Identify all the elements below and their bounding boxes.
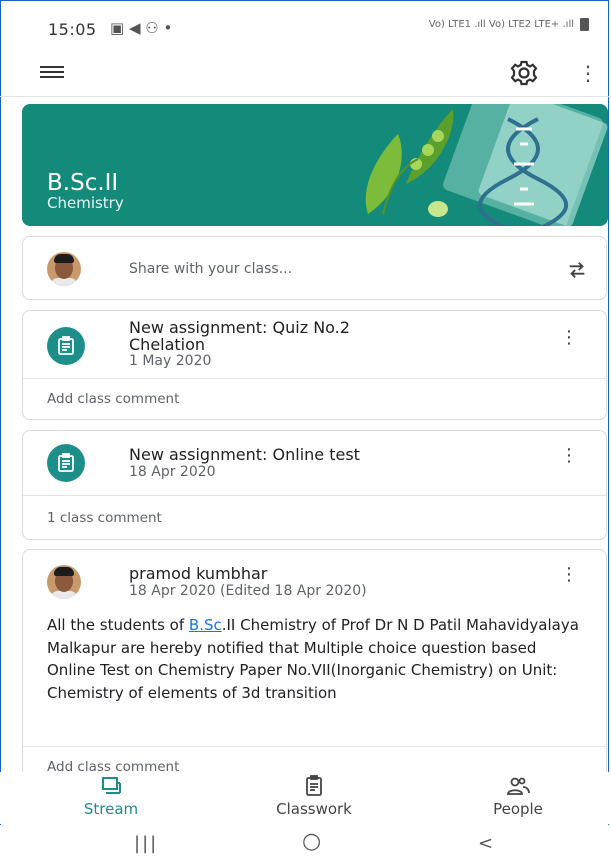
network-indicators: Vo) LTE1 .ıll Vo) LTE2 LTE+ .ıll bbox=[429, 18, 589, 31]
status-time: 15:05 bbox=[48, 20, 97, 39]
app-bar: ⋮ bbox=[0, 52, 611, 97]
classwork-icon bbox=[306, 775, 322, 796]
post-body-prefix: All the students of bbox=[47, 616, 189, 634]
tab-stream-label: Stream bbox=[83, 800, 139, 818]
banner-illustration-icon bbox=[365, 104, 608, 226]
people-icon bbox=[507, 777, 530, 795]
post-date: 18 Apr 2020 (Edited 18 Apr 2020) bbox=[129, 583, 367, 599]
divider bbox=[23, 378, 606, 379]
tab-stream[interactable]: Stream bbox=[51, 774, 171, 818]
post-body: All the students of B.Sc.II Chemistry of… bbox=[47, 614, 587, 704]
stream-icon bbox=[102, 777, 121, 794]
back-button[interactable]: < bbox=[478, 833, 493, 854]
recents-button[interactable]: ||| bbox=[134, 833, 158, 854]
bottom-navigation: Stream Classwork People bbox=[0, 772, 611, 824]
assignment-date: 1 May 2020 bbox=[129, 353, 212, 369]
tab-people[interactable]: People bbox=[458, 774, 578, 818]
tab-classwork-label: Classwork bbox=[276, 800, 352, 818]
battery-icon bbox=[580, 18, 589, 31]
stream-item-assignment[interactable]: New assignment: Quiz No.2 Chelation 1 Ma… bbox=[22, 310, 607, 420]
assignment-icon bbox=[47, 444, 85, 482]
avatar bbox=[47, 252, 81, 286]
status-bar: 15:05 ▣ ◀ ⚇ • Vo) LTE1 .ıll Vo) LTE2 LTE… bbox=[0, 0, 611, 52]
add-class-comment-link[interactable]: Add class comment bbox=[47, 391, 179, 407]
tab-people-label: People bbox=[493, 800, 543, 818]
post-author: pramod kumbhar bbox=[129, 564, 268, 583]
stream-item-post[interactable]: pramod kumbhar 18 Apr 2020 (Edited 18 Ap… bbox=[22, 549, 607, 779]
divider bbox=[23, 746, 606, 747]
class-title: B.Sc.II bbox=[47, 170, 119, 196]
more-options-icon[interactable]: ⋮ bbox=[560, 447, 578, 465]
assignment-title: New assignment: Online test bbox=[129, 445, 360, 464]
home-button[interactable]: ○ bbox=[302, 829, 321, 854]
hamburger-icon[interactable] bbox=[40, 66, 64, 80]
signal-text: Vo) LTE1 .ıll Vo) LTE2 LTE+ .ıll bbox=[428, 19, 574, 30]
share-input[interactable]: Share with your class... bbox=[129, 261, 292, 277]
assignment-title-cont: Chelation bbox=[129, 335, 206, 354]
more-options-icon[interactable]: ⋮ bbox=[560, 329, 578, 347]
more-options-icon[interactable]: ⋮ bbox=[578, 60, 598, 88]
class-subtitle: Chemistry bbox=[47, 194, 124, 212]
assignment-icon bbox=[47, 327, 85, 365]
share-with-class-card[interactable]: Share with your class... bbox=[22, 236, 607, 300]
more-options-icon[interactable]: ⋮ bbox=[560, 566, 578, 584]
avatar bbox=[47, 565, 81, 599]
system-navigation-bar: ||| ○ < bbox=[0, 825, 611, 859]
repost-icon[interactable] bbox=[566, 259, 588, 281]
tab-classwork[interactable]: Classwork bbox=[254, 774, 374, 818]
class-banner[interactable]: B.Sc.II Chemistry bbox=[22, 104, 608, 226]
stream-item-assignment[interactable]: New assignment: Online test 18 Apr 2020 … bbox=[22, 430, 607, 540]
gear-icon[interactable] bbox=[508, 57, 540, 89]
divider bbox=[23, 495, 606, 496]
status-notification-icons: ▣ ◀ ⚇ • bbox=[110, 19, 173, 37]
assignment-date: 18 Apr 2020 bbox=[129, 464, 216, 480]
class-comment-count-link[interactable]: 1 class comment bbox=[47, 510, 162, 526]
post-body-link[interactable]: B.Sc bbox=[189, 616, 222, 634]
